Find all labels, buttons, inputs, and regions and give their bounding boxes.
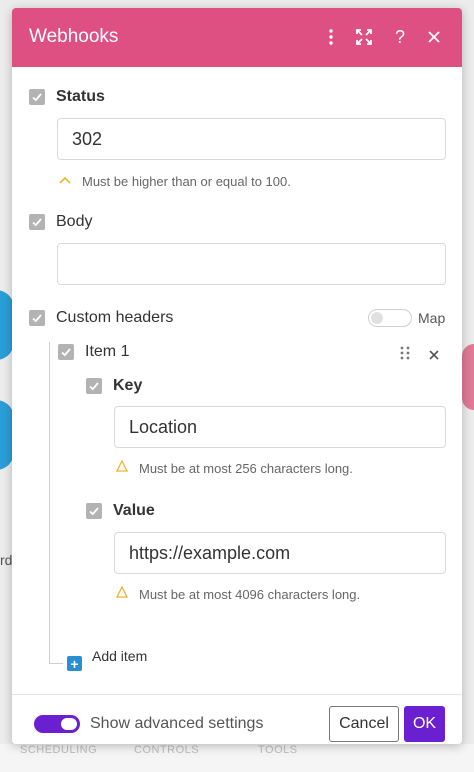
map-toggle[interactable] (368, 309, 412, 327)
value-label: Value (113, 502, 155, 519)
value-hint: Must be at most 4096 characters long. (139, 587, 361, 602)
value-input[interactable]: https://example.com (114, 532, 446, 574)
tree-line (49, 663, 63, 664)
body-label: Body (56, 213, 93, 230)
add-item-button[interactable]: Add item (92, 648, 147, 664)
close-icon[interactable] (421, 24, 447, 50)
webhooks-dialog: Webhooks ? Status 302 Must be higher tha… (12, 8, 462, 744)
map-label: Map (418, 310, 446, 326)
dialog-header: Webhooks ? (12, 8, 462, 67)
warning-icon (115, 459, 129, 475)
dialog-footer: Show advanced settings Cancel OK (12, 694, 462, 744)
dialog-title: Webhooks (29, 26, 119, 47)
key-hint: Must be at most 256 characters long. (139, 461, 353, 476)
expand-icon[interactable] (351, 24, 377, 50)
toolbar-tab-controls[interactable]: CONTROLS (134, 744, 199, 756)
item-checkbox[interactable] (58, 344, 74, 360)
advanced-settings-label: Show advanced settings (90, 715, 264, 732)
advanced-settings-toggle[interactable] (34, 715, 80, 733)
remove-item-icon[interactable] (429, 347, 439, 365)
map-toggle-knob (371, 312, 383, 324)
help-icon[interactable]: ? (387, 24, 413, 50)
add-item-plus-icon[interactable]: + (67, 656, 82, 671)
key-input[interactable]: Location (114, 406, 446, 448)
body-checkbox[interactable] (29, 214, 45, 230)
chevron-up-icon (59, 172, 71, 187)
custom-headers-label: Custom headers (56, 309, 174, 326)
warning-icon (115, 585, 129, 601)
cancel-button[interactable]: Cancel (329, 706, 399, 742)
toolbar-tab-scheduling[interactable]: SCHEDULING (20, 744, 97, 756)
key-checkbox[interactable] (86, 378, 102, 394)
toolbar-tab-tools[interactable]: TOOLS (258, 744, 298, 756)
toggle-knob (61, 718, 77, 730)
canvas-bottom-toolbar: SCHEDULING CONTROLS TOOLS (0, 744, 474, 772)
canvas-module-fragment (462, 344, 474, 410)
status-hint: Must be higher than or equal to 100. (82, 174, 291, 189)
custom-headers-checkbox[interactable] (29, 310, 45, 326)
status-checkbox[interactable] (29, 89, 45, 105)
body-input[interactable] (57, 243, 446, 285)
drag-handle-icon[interactable] (400, 346, 410, 365)
key-label: Key (113, 377, 143, 394)
canvas-text-fragment: rd (0, 552, 13, 568)
item-label: Item 1 (85, 343, 130, 360)
value-checkbox[interactable] (86, 503, 102, 519)
more-vertical-icon[interactable] (318, 24, 344, 50)
status-input[interactable]: 302 (57, 118, 446, 160)
tree-line (49, 342, 50, 664)
status-label: Status (56, 88, 105, 105)
ok-button[interactable]: OK (404, 706, 445, 742)
